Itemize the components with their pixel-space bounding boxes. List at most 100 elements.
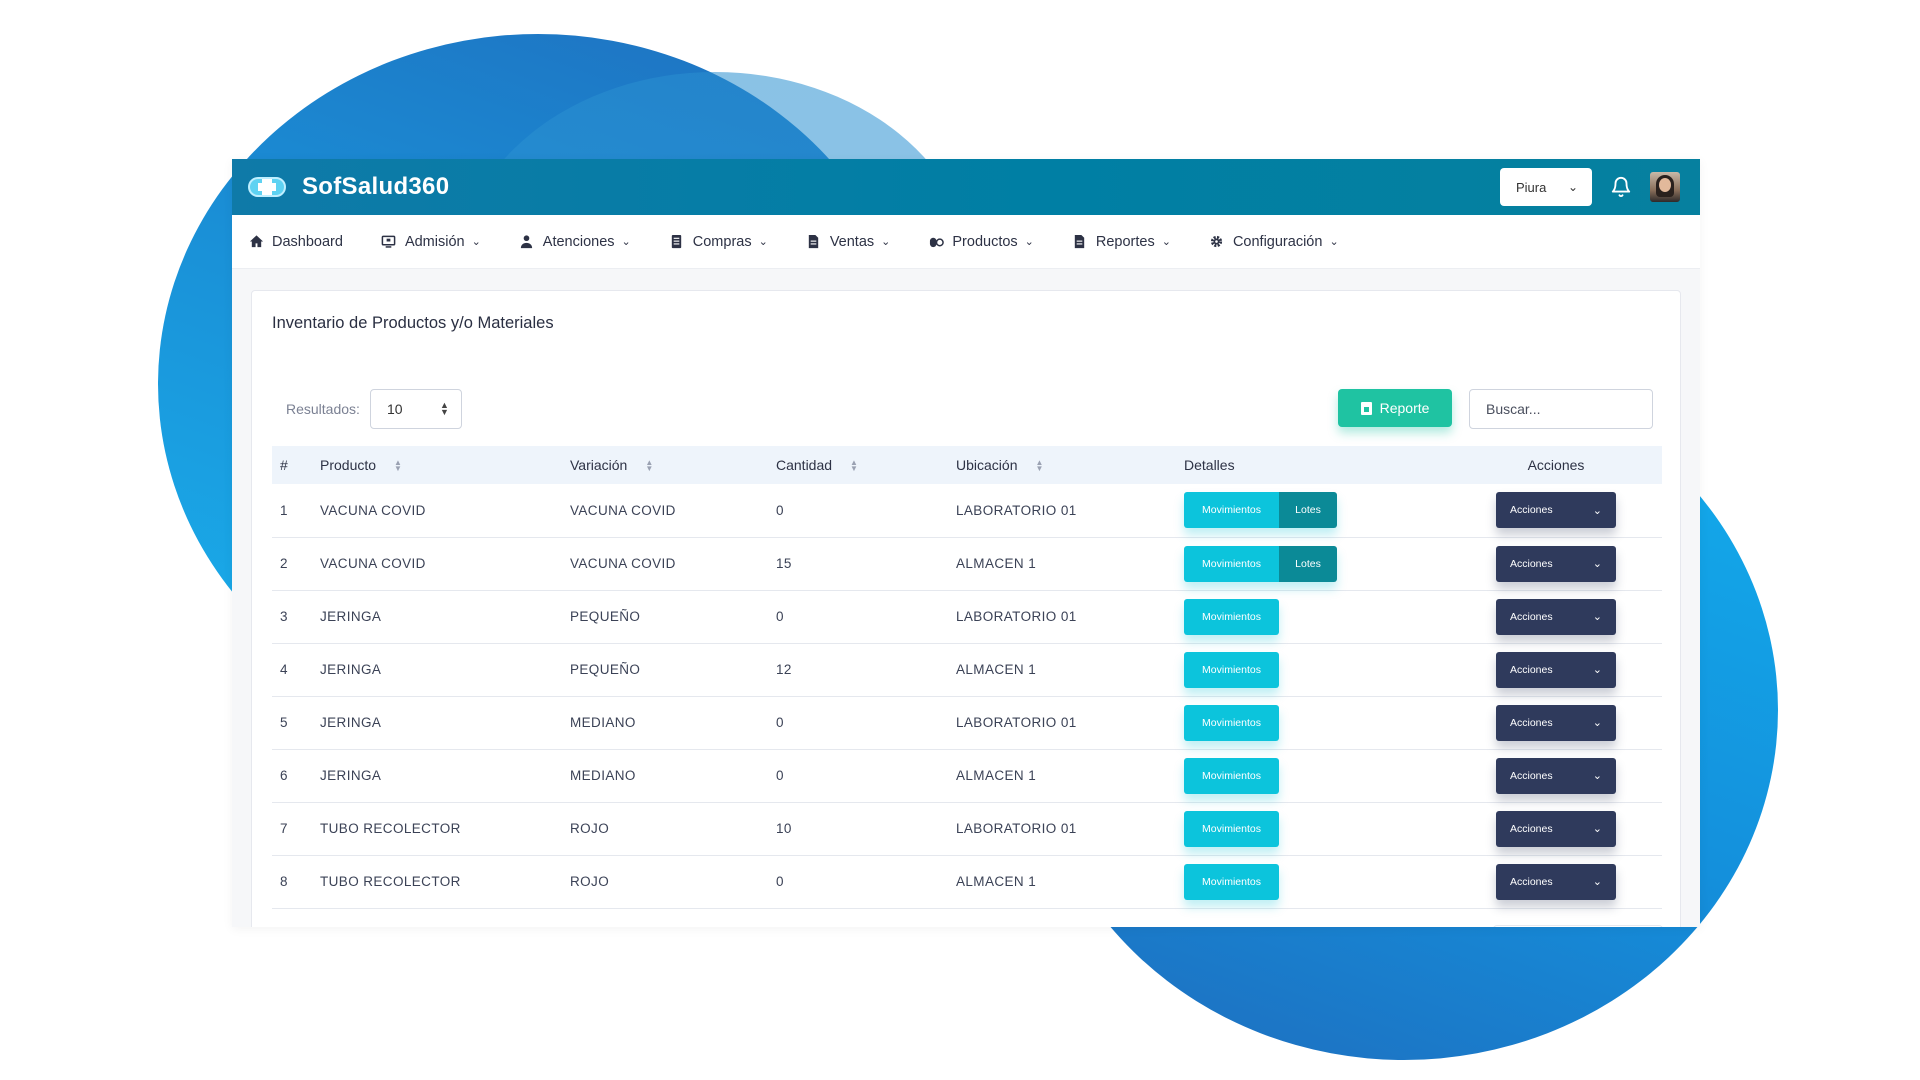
acciones-dropdown-button[interactable]: Acciones ⌄ [1496,863,1616,900]
acciones-dropdown-button[interactable]: Acciones ⌄ [1496,492,1616,529]
results-per-page-select[interactable]: 10 ▲ ▼ [369,389,462,429]
nav-item-compras[interactable]: Compras ⌄ [669,234,768,250]
header-cantidad[interactable]: Cantidad ▲ ▼ [768,446,948,484]
nav-item-reportes[interactable]: Reportes ⌄ [1072,234,1171,250]
header-detalles: Detalles [1184,457,1235,473]
cell-ubicacion: ALMACEN 1 [948,749,1176,803]
nav-item-ventas[interactable]: Ventas ⌄ [806,234,890,250]
sort-icon: ▲ ▼ [850,458,858,474]
cell-num: 4 [272,643,312,697]
sort-icon: ▲ ▼ [1035,458,1044,474]
acciones-dropdown-button[interactable]: Acciones ⌄ [1496,704,1616,741]
cell-detalles: Movimientos Lotes [1176,484,1450,538]
cell-num: 7 [272,802,312,856]
cell-cantidad: 12 [768,643,948,697]
cell-variacion: MEDIANO [562,749,768,803]
cell-variacion: MEDIANO [562,696,768,750]
chevron-down-icon: ⌄ [758,236,768,248]
chevron-down-icon: ⌄ [1592,611,1602,623]
chevron-down-icon: ⌄ [621,236,631,248]
pagination[interactable] [1493,925,1663,927]
movimientos-button[interactable]: Movimientos [1184,492,1279,529]
chevron-down-icon: ⌄ [1592,717,1602,729]
nav-item-atenciones[interactable]: Atenciones ⌄ [519,234,631,250]
header-variacion-label: Variación [570,457,628,473]
cell-variacion: PEQUEÑO [562,643,768,697]
cell-detalles: Movimientos [1176,643,1450,697]
chevron-down-icon: ⌄ [471,236,481,248]
inventory-table: # Producto ▲ ▼ Variación ▲ ▼ Cantidad ▲ ▼ Ubic… [272,446,1662,909]
nav-item-configuracion[interactable]: Configuración ⌄ [1209,234,1339,250]
movimientos-button[interactable]: Movimientos [1184,704,1279,741]
movimientos-button[interactable]: Movimientos [1184,757,1279,794]
nav-item-label: Productos [952,233,1018,250]
home-icon [248,234,264,250]
movimientos-button[interactable]: Movimientos [1184,545,1279,582]
cell-detalles: Movimientos [1176,802,1450,856]
sort-icon: ▲ ▼ [645,458,654,474]
user-icon [519,234,535,250]
header-producto[interactable]: Producto ▲ ▼ [312,446,562,484]
table-row: 4 JERINGA PEQUEÑO 12 ALMACEN 1 Movimientos Acc… [272,643,1662,697]
movimientos-button[interactable]: Movimientos [1184,863,1279,900]
table-row: 7 TUBO RECOLECTOR ROJO 10 LABORATORIO 01 Movi… [272,802,1662,856]
gear-icon [1209,234,1225,250]
chevron-down-icon: ⌄ [1329,236,1339,248]
movimientos-button[interactable]: Movimientos [1184,598,1279,635]
cell-cantidad: 0 [768,484,948,538]
header-ubicacion[interactable]: Ubicación ▲ ▼ [948,446,1176,484]
movimientos-button[interactable]: Movimientos [1184,810,1279,847]
cell-detalles: Movimientos [1176,749,1450,803]
cell-variacion: PEQUEÑO [562,590,768,644]
table-row: 1 VACUNA COVID VACUNA COVID 0 LABORATORIO 01… [272,484,1662,538]
cell-producto: TUBO RECOLECTOR [312,855,562,909]
nav-item-label: Reportes [1095,233,1155,250]
bell-icon[interactable] [1610,176,1632,198]
movimientos-button[interactable]: Movimientos [1184,651,1279,688]
inventory-card: Inventario de Productos y/o Materiales R… [251,290,1681,927]
top-bar: SofSalud360 Piura ⌄ [232,159,1700,215]
details-button-group: Movimientos [1184,757,1279,794]
acciones-dropdown-button[interactable]: Acciones ⌄ [1496,651,1616,688]
header-cantidad-label: Cantidad [776,457,833,473]
acciones-dropdown-button[interactable]: Acciones ⌄ [1496,545,1616,582]
acciones-button-label: Acciones [1510,557,1553,570]
chevron-down-icon: ⌄ [1592,664,1602,676]
nav-item-productos[interactable]: Productos ⌄ [928,234,1034,250]
city-select[interactable]: Piura ⌄ [1500,168,1592,206]
table-header-row: # Producto ▲ ▼ Variación ▲ ▼ Cantidad ▲ ▼ Ubic… [272,446,1662,484]
nav-item-admision[interactable]: Admisión ⌄ [381,234,481,250]
acciones-dropdown-button[interactable]: Acciones ⌄ [1496,810,1616,847]
cell-detalles: Movimientos [1176,855,1450,909]
nav-item-label: Atenciones [542,233,615,250]
chevron-down-icon: ⌄ [1592,823,1602,835]
cell-producto: JERINGA [312,749,562,803]
cell-num: 2 [272,537,312,591]
results-control: Resultados: 10 ▲ ▼ [286,389,462,429]
acciones-dropdown-button[interactable]: Acciones ⌄ [1496,757,1616,794]
report-button[interactable]: Reporte [1338,389,1452,427]
cell-acciones: Acciones ⌄ [1450,590,1662,644]
cell-acciones: Acciones ⌄ [1450,802,1662,856]
nav-item-dashboard[interactable]: Dashboard [248,234,343,250]
header-ubicacion-label: Ubicación [956,457,1018,473]
brand-name[interactable]: SofSalud360 [302,173,449,201]
cell-acciones: Acciones ⌄ [1450,696,1662,750]
details-button-group: Movimientos Lotes [1184,492,1337,529]
results-select-value: 10 [386,401,403,417]
details-button-group: Movimientos [1184,863,1279,900]
app-window: SofSalud360 Piura ⌄ Dashboard Admisión ⌄… [232,159,1700,927]
search-input[interactable] [1469,389,1653,429]
lotes-button[interactable]: Lotes [1279,492,1337,529]
report-button-label: Reporte [1379,400,1430,416]
cell-variacion: ROJO [562,802,768,856]
cell-ubicacion: ALMACEN 1 [948,537,1176,591]
cell-producto: JERINGA [312,643,562,697]
user-avatar[interactable] [1650,172,1680,202]
lotes-button[interactable]: Lotes [1279,545,1337,582]
header-producto-label: Producto [320,457,377,473]
nav-item-label: Admisión [404,233,465,250]
header-variacion[interactable]: Variación ▲ ▼ [562,446,768,484]
table-row: 2 VACUNA COVID VACUNA COVID 15 ALMACEN 1 Movi… [272,537,1662,591]
acciones-dropdown-button[interactable]: Acciones ⌄ [1496,598,1616,635]
